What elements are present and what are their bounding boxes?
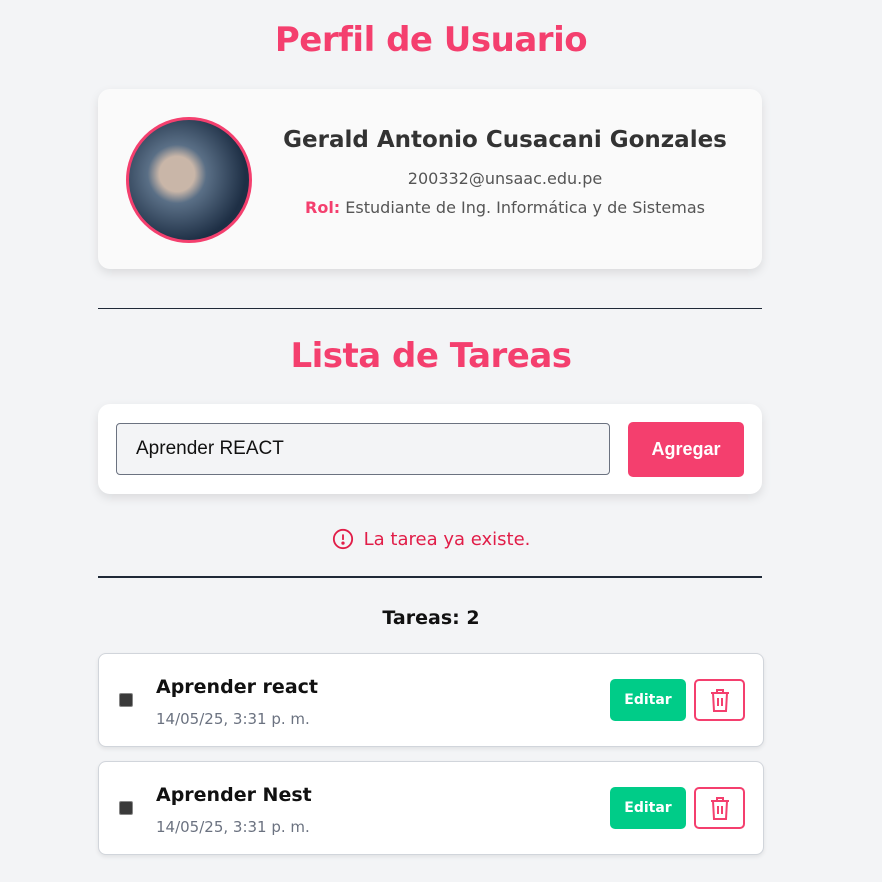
task-count: Tareas: 2 bbox=[382, 607, 480, 629]
task-checkbox[interactable] bbox=[119, 801, 133, 815]
profile-card: Gerald Antonio Cusacani Gonzales 200332@… bbox=[98, 89, 762, 269]
divider bbox=[98, 308, 762, 309]
divider bbox=[98, 576, 762, 578]
trash-icon bbox=[710, 689, 729, 712]
task-input[interactable] bbox=[116, 423, 610, 475]
profile-name: Gerald Antonio Cusacani Gonzales bbox=[283, 127, 727, 153]
delete-button[interactable] bbox=[694, 679, 745, 721]
task-checkbox[interactable] bbox=[119, 693, 133, 707]
edit-button[interactable]: Editar bbox=[610, 679, 686, 721]
avatar bbox=[126, 117, 252, 243]
profile-role: Rol: Estudiante de Ing. Informática y de… bbox=[268, 198, 742, 217]
task-item: Aprender Nest 14/05/25, 3:31 p. m. Edita… bbox=[98, 761, 764, 855]
error-text: La tarea ya existe. bbox=[363, 528, 531, 550]
error-message: La tarea ya existe. bbox=[0, 528, 862, 550]
add-button[interactable]: Agregar bbox=[628, 422, 744, 477]
role-label: Rol: bbox=[305, 198, 341, 217]
task-title: Aprender react bbox=[156, 676, 318, 698]
edit-button[interactable]: Editar bbox=[610, 787, 686, 829]
alert-circle-icon bbox=[332, 528, 353, 550]
profile-email: 200332@unsaac.edu.pe bbox=[407, 169, 603, 188]
task-date: 14/05/25, 3:31 p. m. bbox=[156, 710, 310, 728]
profile-title: Perfil de Usuario bbox=[274, 20, 588, 60]
delete-button[interactable] bbox=[694, 787, 745, 829]
task-title: Aprender Nest bbox=[156, 784, 312, 806]
task-date: 14/05/25, 3:31 p. m. bbox=[156, 818, 310, 836]
task-form: Agregar bbox=[98, 404, 762, 494]
trash-icon bbox=[710, 797, 729, 820]
role-value: Estudiante de Ing. Informática y de Sist… bbox=[345, 198, 705, 217]
task-item: Aprender react 14/05/25, 3:31 p. m. Edit… bbox=[98, 653, 764, 747]
tasks-title: Lista de Tareas bbox=[290, 336, 572, 376]
